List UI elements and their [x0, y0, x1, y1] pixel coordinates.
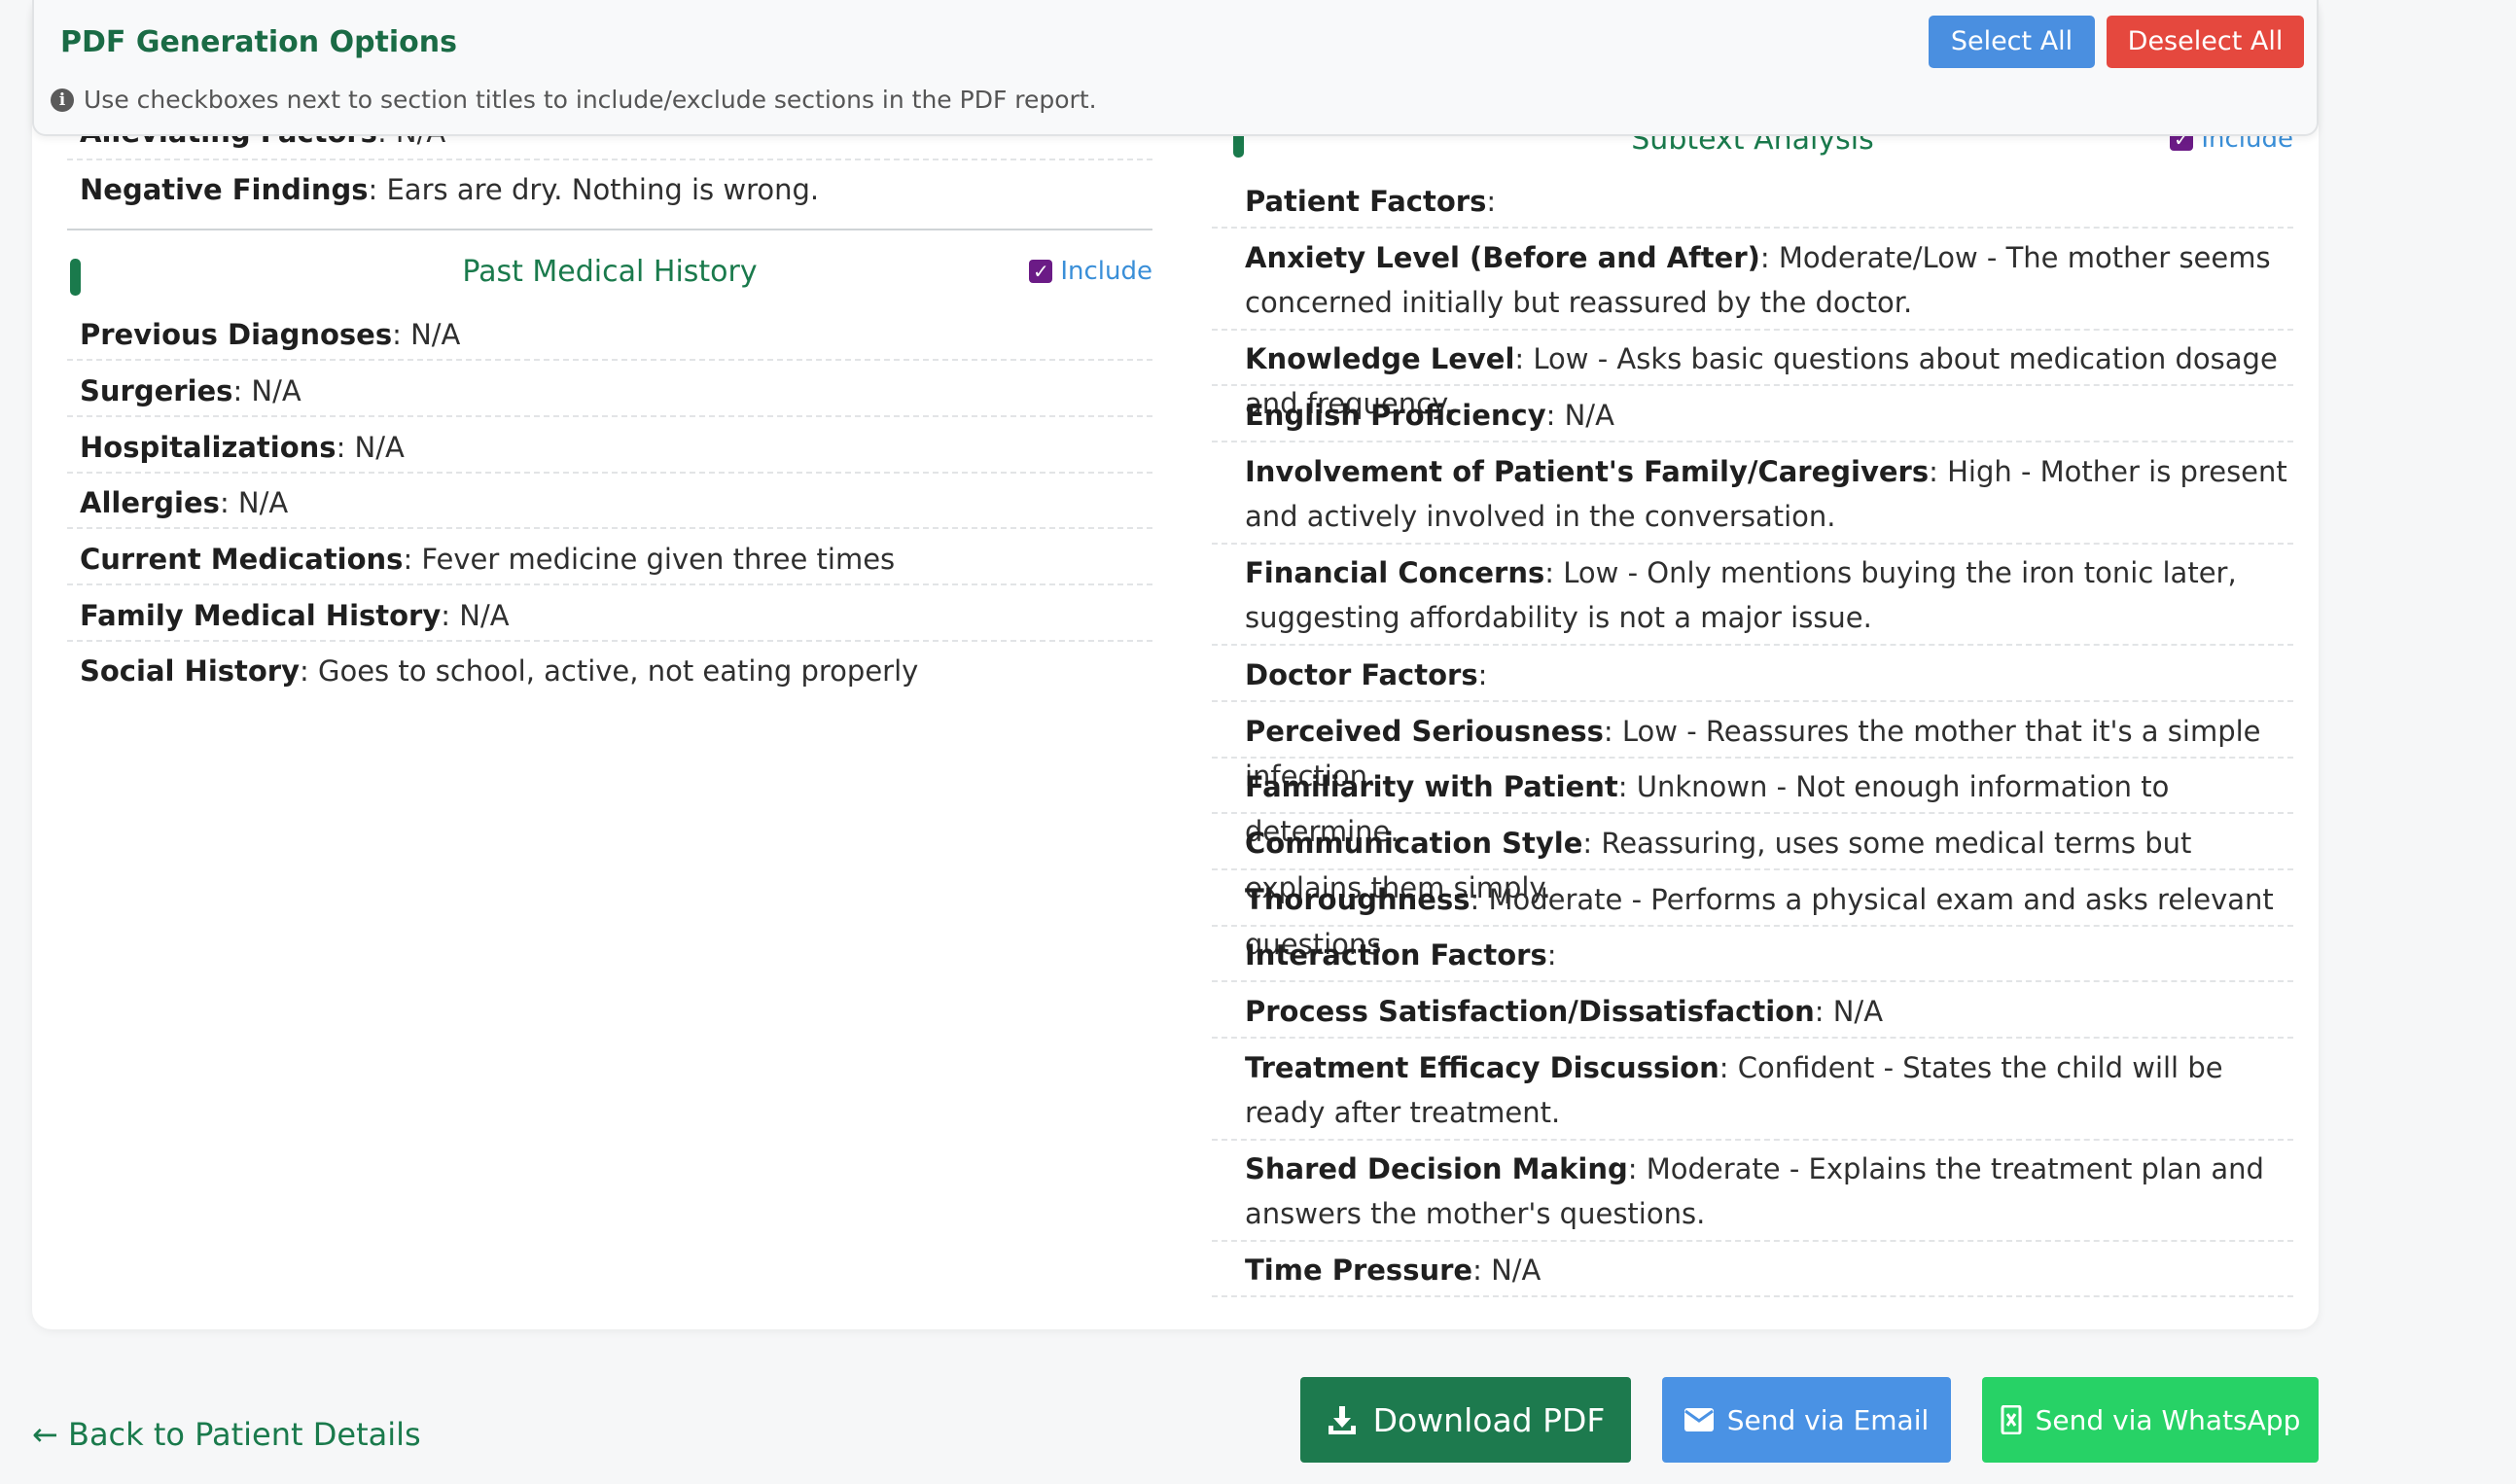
row-value: : Ears are dry. Nothing is wrong.: [368, 173, 820, 206]
row-value: : N/A: [219, 486, 289, 519]
include-checkbox[interactable]: ✓ Include: [1029, 257, 1152, 286]
row-label: Anxiety Level (Before and After): [1245, 241, 1760, 274]
info-row: Perceived Seriousness: Low - Reassures t…: [1212, 709, 2293, 793]
info-row: Allergies: N/A: [67, 480, 1152, 529]
info-row: Patient Factors:: [1212, 179, 2293, 229]
row-label: Patient Factors: [1245, 185, 1487, 218]
info-row: Treatment Efficacy Discussion: Confident…: [1212, 1045, 2293, 1141]
info-row: Knowledge Level: Low - Asks basic questi…: [1212, 336, 2293, 420]
row-value: : N/A: [336, 431, 405, 464]
info-row: Time Pressure: N/A: [1212, 1248, 2293, 1297]
row-label: Allergies: [80, 486, 220, 519]
info-icon: i: [51, 88, 74, 112]
info-row: Anxiety Level (Before and After): Modera…: [1212, 235, 2293, 331]
send-whatsapp-label: Send via WhatsApp: [2035, 1403, 2301, 1436]
report-card: Alleviating Factors: N/A Negative Findin…: [32, 0, 2319, 1329]
row-label: Previous Diagnoses: [80, 318, 393, 351]
row-label: English Proficiency: [1245, 399, 1546, 432]
row-label: Thoroughness: [1245, 883, 1471, 916]
send-email-label: Send via Email: [1726, 1403, 1930, 1436]
row-label: Hospitalizations: [80, 431, 337, 464]
deselect-all-button[interactable]: Deselect All: [2107, 16, 2304, 68]
info-row: Family Medical History: N/A: [67, 593, 1152, 642]
row-value: :: [1546, 938, 1557, 972]
envelope-icon: [1683, 1408, 1714, 1431]
info-row: Involvement of Patient's Family/Caregive…: [1212, 449, 2293, 545]
row-value: : N/A: [1472, 1254, 1541, 1287]
row-label: Perceived Seriousness: [1245, 715, 1604, 748]
info-row: Process Satisfaction/Dissatisfaction: N/…: [1212, 989, 2293, 1039]
row-value: : Fever medicine given three times: [403, 543, 896, 576]
row-label: Surgeries: [80, 374, 233, 407]
download-pdf-label: Download PDF: [1372, 1400, 1606, 1439]
select-all-button[interactable]: Select All: [1929, 16, 2095, 68]
info-row: English Proficiency: N/A: [1212, 393, 2293, 442]
row-value: : N/A: [392, 318, 461, 351]
row-value: : N/A: [441, 599, 510, 632]
info-row: Negative Findings: Ears are dry. Nothing…: [67, 167, 1152, 224]
checkbox-checked-icon[interactable]: ✓: [1029, 260, 1053, 283]
row-value: :: [1477, 658, 1488, 691]
back-to-patient-details-link[interactable]: ← Back to Patient Details: [32, 1416, 421, 1453]
info-row: Current Medications: Fever medicine give…: [67, 537, 1152, 585]
row-label: Social History: [80, 654, 301, 688]
send-whatsapp-button[interactable]: Send via WhatsApp: [1982, 1377, 2319, 1463]
banner-info: i Use checkboxes next to section titles …: [51, 86, 1097, 114]
divider: [67, 229, 1152, 230]
row-label: Shared Decision Making: [1245, 1152, 1628, 1185]
row-label: Interaction Factors: [1245, 938, 1547, 972]
row-label: Financial Concerns: [1245, 556, 1545, 589]
banner-title: PDF Generation Options: [60, 25, 458, 59]
info-row: Shared Decision Making: Moderate - Expla…: [1212, 1147, 2293, 1242]
row-label: Negative Findings: [80, 173, 369, 206]
row-label: Doctor Factors: [1245, 658, 1478, 691]
row-value: : N/A: [1814, 995, 1884, 1028]
info-row: Social History: Goes to school, active, …: [67, 649, 1152, 697]
info-row: Communication Style: Reassuring, uses so…: [1212, 821, 2293, 904]
row-value: : N/A: [1545, 399, 1614, 432]
download-icon: [1328, 1406, 1356, 1434]
info-row: Familiarity with Patient: Unknown - Not …: [1212, 764, 2293, 848]
download-pdf-button[interactable]: Download PDF: [1300, 1377, 1631, 1463]
info-row: Hospitalizations: N/A: [67, 425, 1152, 474]
row-label: Family Medical History: [80, 599, 442, 632]
row-label: Involvement of Patient's Family/Caregive…: [1245, 455, 1930, 488]
info-row: Interaction Factors:: [1212, 933, 2293, 982]
row-label: Familiarity with Patient: [1245, 770, 1618, 803]
info-row: Thoroughness: Moderate - Performs a phys…: [1212, 877, 2293, 961]
info-row: Financial Concerns: Low - Only mentions …: [1212, 550, 2293, 646]
row-value: : N/A: [232, 374, 301, 407]
row-label: Communication Style: [1245, 827, 1583, 860]
section-title: Past Medical History: [462, 255, 758, 289]
info-row: Surgeries: N/A: [67, 369, 1152, 417]
banner-info-text: Use checkboxes next to section titles to…: [84, 86, 1097, 114]
pdf-options-banner: PDF Generation Options i Use checkboxes …: [32, 0, 2319, 136]
row-value: : Goes to school, active, not eating pro…: [300, 654, 919, 688]
info-row: Doctor Factors:: [1212, 653, 2293, 702]
include-label: Include: [1060, 257, 1152, 286]
row-label: Time Pressure: [1245, 1254, 1473, 1287]
row-label: Process Satisfaction/Dissatisfaction: [1245, 995, 1815, 1028]
row-label: Knowledge Level: [1245, 342, 1515, 375]
whatsapp-icon: [2001, 1405, 2022, 1434]
send-email-button[interactable]: Send via Email: [1662, 1377, 1951, 1463]
row-label: Current Medications: [80, 543, 404, 576]
row-label: Treatment Efficacy Discussion: [1245, 1051, 1719, 1084]
row-value: :: [1486, 185, 1497, 218]
section-header-past-medical-history: Past Medical History ✓ Include: [67, 245, 1152, 303]
info-row: Previous Diagnoses: N/A: [67, 312, 1152, 361]
